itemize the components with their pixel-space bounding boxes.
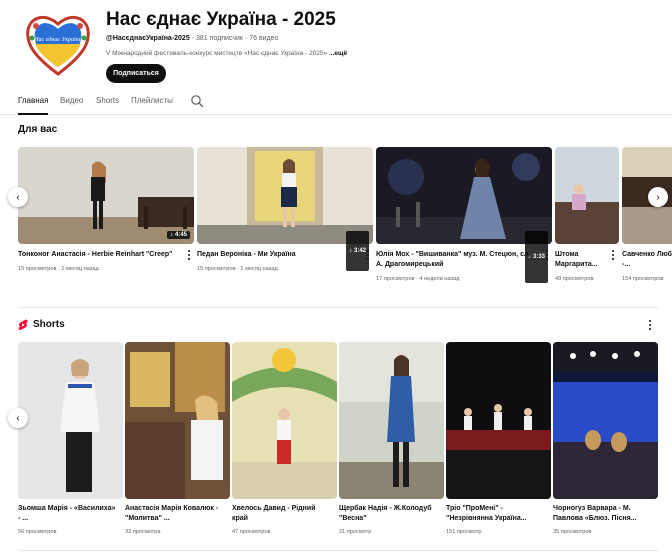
video-card[interactable]: ♪ 3:33 Юлія Мох - "Вишиванка" муз. М. Сте… xyxy=(376,147,552,287)
view-count: 15 просмотров xyxy=(18,266,57,272)
meta-separator: · xyxy=(244,35,248,42)
short-title[interactable]: Щербак Надія - Ж.Колодуб "Весна" xyxy=(339,504,439,524)
section-divider xyxy=(18,307,658,308)
carousel-next-button[interactable]: › xyxy=(648,187,668,207)
video-card[interactable]: Штома Маргарита... 49 просмотров xyxy=(555,147,619,297)
chevron-right-icon: › xyxy=(656,191,660,203)
subscribe-button[interactable]: Подписаться xyxy=(106,64,166,83)
more-options-icon[interactable] xyxy=(365,249,371,261)
video-meta: 15 просмотров · 1 месяц назад xyxy=(18,265,99,273)
short-thumbnail[interactable] xyxy=(18,342,123,499)
view-count: 21 просмотр xyxy=(339,529,372,535)
video-card[interactable]: Савченко Любов -... 154 просмотров xyxy=(622,147,672,297)
upload-age: 4 недели назад xyxy=(419,276,460,282)
view-count: 15 просмотров xyxy=(197,266,236,272)
avatar-text: Нас єднає Україна xyxy=(33,36,82,43)
short-card[interactable]: Хвелось Давид - Рідний край 47 просмотро… xyxy=(232,342,337,542)
description-more-link[interactable]: ...ещё xyxy=(329,50,347,57)
short-thumbnail[interactable] xyxy=(553,342,658,499)
video-title[interactable]: Тонконог Анастасія - Herbie Reinhart "Cr… xyxy=(18,250,178,260)
view-count: 154 просмотров xyxy=(622,276,664,282)
subscriber-count: 381 подписчик xyxy=(195,35,243,42)
chevron-left-icon: ‹ xyxy=(16,191,20,203)
more-options-icon[interactable] xyxy=(544,249,550,261)
video-thumbnail[interactable] xyxy=(555,147,619,244)
more-options-icon[interactable] xyxy=(610,249,616,261)
short-card[interactable]: Чорногуз Варвара - М. Павлова «Блюз. Піс… xyxy=(553,342,658,542)
short-card[interactable]: Анастасія Марія Ковалюк - "Молитва" ... … xyxy=(125,342,230,542)
upload-age: 1 месяц назад xyxy=(240,266,278,272)
short-thumbnail[interactable] xyxy=(339,342,444,499)
short-title[interactable]: Чорногуз Варвара - М. Павлова «Блюз. Піс… xyxy=(553,504,653,524)
view-count: 151 просмотр xyxy=(446,529,482,535)
channel-description[interactable]: V Міжнародний фестиваль-конкурс мистецтв… xyxy=(106,50,347,57)
video-count: 76 видео xyxy=(249,35,279,42)
channel-avatar[interactable]: Нас єднає Україна xyxy=(24,10,92,78)
duration-text: 4:45 xyxy=(174,232,187,238)
more-options-icon[interactable] xyxy=(186,249,192,261)
short-card[interactable]: Зьомша Марія - «Василиха» - ... 56 просм… xyxy=(18,342,123,542)
shorts-play-icon: ♪ xyxy=(169,232,173,238)
video-duration: ♪ 4:45 xyxy=(166,231,190,239)
view-count: 56 просмотров xyxy=(18,529,57,535)
short-thumbnail[interactable] xyxy=(232,342,337,499)
video-thumbnail[interactable] xyxy=(376,147,552,244)
channel-meta: @НасєднаєУкраїна-2025 · 381 подписчик · … xyxy=(106,35,278,42)
active-tab-indicator xyxy=(18,113,48,115)
short-title[interactable]: Анастасія Марія Ковалюк - "Молитва" ... xyxy=(125,504,225,524)
meta-separator: · xyxy=(191,35,195,42)
section-divider xyxy=(18,550,658,551)
video-title[interactable]: Педан Вероніка - Ми Україна xyxy=(197,250,357,260)
channel-tabs: Главная Видео Shorts Плейлисты xyxy=(0,92,672,115)
channel-title: Нас єднає Україна - 2025 xyxy=(106,9,336,30)
search-icon[interactable] xyxy=(190,94,204,108)
chevron-left-icon: ‹ xyxy=(16,412,20,424)
view-count: 49 просмотров xyxy=(555,276,594,282)
channel-handle: @НасєднаєУкраїна-2025 xyxy=(106,35,190,42)
video-card[interactable]: ♪ 3:42 Педан Вероніка - Ми Україна 15 про… xyxy=(197,147,373,275)
meta-separator: · xyxy=(57,266,60,272)
short-thumbnail[interactable] xyxy=(125,342,230,499)
short-thumbnail[interactable] xyxy=(446,342,551,499)
meta-separator: · xyxy=(236,266,239,272)
section-title-for-you: Для вас xyxy=(18,124,58,135)
short-card[interactable]: Тріо "ПроМені" - "Незрівнянна Україна...… xyxy=(446,342,551,542)
short-card[interactable]: Щербак Надія - Ж.Колодуб "Весна" 21 прос… xyxy=(339,342,444,542)
section-title-shorts: Shorts xyxy=(33,319,65,330)
view-count: 32 просмотра xyxy=(125,529,161,535)
tab-shorts[interactable]: Shorts xyxy=(96,96,119,105)
description-text: V Міжнародний фестиваль-конкурс мистецтв… xyxy=(106,50,328,57)
video-meta: 17 просмотров · 4 недели назад xyxy=(376,275,459,283)
video-title[interactable]: Штома Маргарита... xyxy=(555,250,605,270)
carousel-prev-button[interactable]: ‹ xyxy=(8,187,28,207)
video-thumbnail[interactable] xyxy=(197,147,373,244)
short-title[interactable]: Хвелось Давид - Рідний край xyxy=(232,504,332,524)
tab-home[interactable]: Главная xyxy=(18,96,48,105)
video-thumbnail[interactable] xyxy=(18,147,194,244)
short-title[interactable]: Тріо "ПроМені" - "Незрівнянна Україна... xyxy=(446,504,546,524)
view-count: 17 просмотров xyxy=(376,276,415,282)
short-title[interactable]: Зьомша Марія - «Василиха» - ... xyxy=(18,504,118,524)
carousel-prev-button[interactable]: ‹ xyxy=(8,408,28,428)
tab-videos[interactable]: Видео xyxy=(60,96,83,105)
more-options-icon[interactable] xyxy=(647,319,653,331)
view-count: 47 просмотров xyxy=(232,529,271,535)
video-meta: 15 просмотров · 1 месяц назад xyxy=(197,265,278,273)
video-title[interactable]: Савченко Любов -... xyxy=(622,250,672,270)
video-title[interactable]: Юлія Мох - "Вишиванка" муз. М. Стецюн, с… xyxy=(376,250,538,270)
shorts-icon xyxy=(18,319,28,331)
video-card[interactable]: ♪ 4:45 Тонконог Анастасія - Herbie Reinha… xyxy=(18,147,194,275)
meta-separator: · xyxy=(415,276,418,282)
tab-playlists[interactable]: Плейлисты xyxy=(131,96,173,105)
view-count: 35 просмотров xyxy=(553,529,592,535)
upload-age: 1 месяц назад xyxy=(61,266,99,272)
channel-header: Нас єднає Україна Нас єднає Україна - 20… xyxy=(0,0,672,92)
